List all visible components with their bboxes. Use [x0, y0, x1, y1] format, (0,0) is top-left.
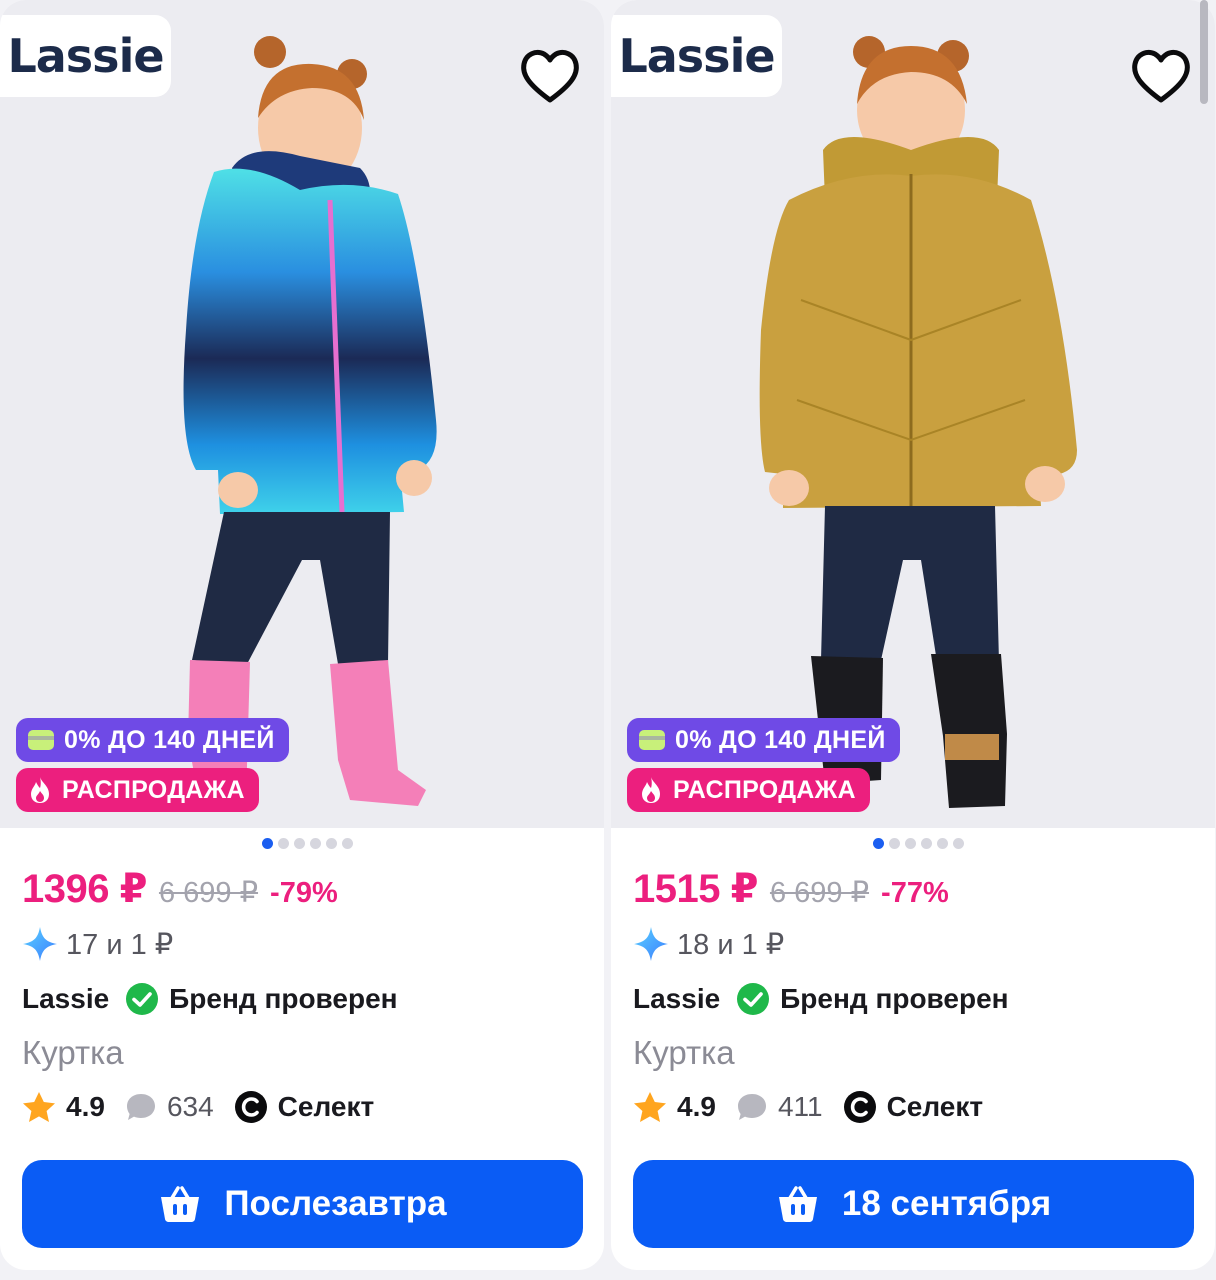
scrollbar[interactable]	[1200, 0, 1208, 104]
bonus-row: 17 и 1 ₽	[22, 926, 173, 962]
pagination-dot[interactable]	[888, 838, 900, 849]
installment-badge-label: 0% ДО 140 ДНЕЙ	[675, 725, 886, 754]
product-image-kid-mustard-jacket	[759, 36, 1077, 808]
sale-badge: РАСПРОДАЖА	[16, 768, 259, 812]
basket-icon	[776, 1184, 820, 1224]
verified-check-icon	[736, 982, 770, 1016]
add-to-cart-button[interactable]: 18 сентября	[633, 1160, 1194, 1248]
brand-name[interactable]: Lassie	[22, 983, 109, 1015]
delivery-date-label: Послезавтра	[224, 1184, 447, 1223]
discount-percent: -79%	[270, 877, 338, 909]
verified-check-icon	[125, 982, 159, 1016]
product-photo[interactable]: Lassie 0% ДО 140 ДНЕЙ РАСПРОДАЖА	[611, 0, 1215, 828]
installment-badge-label: 0% ДО 140 ДНЕЙ	[64, 725, 275, 754]
pagination-dot[interactable]	[309, 838, 321, 849]
product-grid: Lassie 0% ДО 140 ДНЕЙ РАСПРОДАЖА 1396 ₽ …	[0, 0, 1216, 1280]
star-icon	[22, 1091, 56, 1123]
pagination-dot[interactable]	[293, 838, 305, 849]
reviews-count[interactable]: 411	[778, 1091, 823, 1123]
pagination-dot[interactable]	[936, 838, 948, 849]
brand-logo: Lassie	[611, 15, 782, 97]
rating-value: 4.9	[677, 1091, 716, 1122]
rating-value: 4.9	[66, 1091, 105, 1122]
pagination-dot[interactable]	[261, 838, 273, 849]
pagination-dot[interactable]	[325, 838, 337, 849]
pagination-dot[interactable]	[872, 838, 884, 849]
sparkle-icon	[633, 926, 669, 962]
fire-icon	[28, 776, 52, 804]
product-title[interactable]: Куртка	[22, 1034, 124, 1072]
pagination-dot[interactable]	[277, 838, 289, 849]
basket-icon	[158, 1184, 202, 1224]
installment-badge: 0% ДО 140 ДНЕЙ	[627, 718, 900, 762]
image-pagination-dots[interactable]	[0, 838, 604, 849]
meta-row: 4.9 634 Селект	[22, 1090, 374, 1124]
current-price: 1515 ₽	[633, 867, 758, 911]
brand-row[interactable]: Lassie Бренд проверен	[633, 982, 1009, 1016]
price-row: 1396 ₽ 6 699 ₽ -79%	[22, 866, 338, 912]
product-photo[interactable]: Lassie 0% ДО 140 ДНЕЙ РАСПРОДАЖА	[0, 0, 604, 828]
price-row: 1515 ₽ 6 699 ₽ -77%	[633, 866, 949, 912]
current-price: 1396 ₽	[22, 867, 147, 911]
product-card[interactable]: Lassie 0% ДО 140 ДНЕЙ РАСПРОДАЖА 1396 ₽ …	[0, 0, 604, 1270]
discount-percent: -77%	[881, 877, 949, 909]
favorite-heart-icon[interactable]	[1129, 46, 1193, 106]
reviews-bubble-icon	[125, 1092, 157, 1122]
favorite-heart-icon[interactable]	[518, 46, 582, 106]
sale-badge: РАСПРОДАЖА	[627, 768, 870, 812]
brand-logo: Lassie	[0, 15, 171, 97]
card-icon	[28, 730, 54, 750]
add-to-cart-button[interactable]: Послезавтра	[22, 1160, 583, 1248]
select-label: Селект	[277, 1091, 375, 1122]
sale-badge-label: РАСПРОДАЖА	[673, 775, 856, 804]
star-icon	[633, 1091, 667, 1123]
meta-row: 4.9 411 Селект	[633, 1090, 983, 1124]
image-pagination-dots[interactable]	[611, 838, 1215, 849]
product-card[interactable]: Lassie 0% ДО 140 ДНЕЙ РАСПРОДАЖА 1515 ₽ …	[611, 0, 1215, 1270]
select-icon	[234, 1090, 268, 1124]
reviews-bubble-icon	[736, 1092, 768, 1122]
brand-name[interactable]: Lassie	[633, 983, 720, 1015]
brand-row[interactable]: Lassie Бренд проверен	[22, 982, 398, 1016]
bonus-text: 17 и 1 ₽	[66, 928, 174, 961]
brand-verified-label: Бренд проверен	[780, 983, 1009, 1014]
bonus-text: 18 и 1 ₽	[677, 928, 785, 961]
sale-badge-label: РАСПРОДАЖА	[62, 775, 245, 804]
delivery-date-label: 18 сентября	[841, 1184, 1052, 1223]
product-title[interactable]: Куртка	[633, 1034, 735, 1072]
pagination-dot[interactable]	[904, 838, 916, 849]
card-icon	[639, 730, 665, 750]
brand-verified-label: Бренд проверен	[169, 983, 398, 1014]
pagination-dot[interactable]	[952, 838, 964, 849]
bonus-row: 18 и 1 ₽	[633, 926, 784, 962]
fire-icon	[639, 776, 663, 804]
sparkle-icon	[22, 926, 58, 962]
select-icon	[843, 1090, 877, 1124]
product-image-kid-blue-jacket	[183, 36, 437, 806]
old-price: 6 699 ₽	[158, 877, 259, 909]
installment-badge: 0% ДО 140 ДНЕЙ	[16, 718, 289, 762]
old-price: 6 699 ₽	[769, 877, 870, 909]
pagination-dot[interactable]	[920, 838, 932, 849]
select-label: Селект	[886, 1091, 984, 1122]
reviews-count[interactable]: 634	[167, 1091, 214, 1123]
pagination-dot[interactable]	[341, 838, 353, 849]
